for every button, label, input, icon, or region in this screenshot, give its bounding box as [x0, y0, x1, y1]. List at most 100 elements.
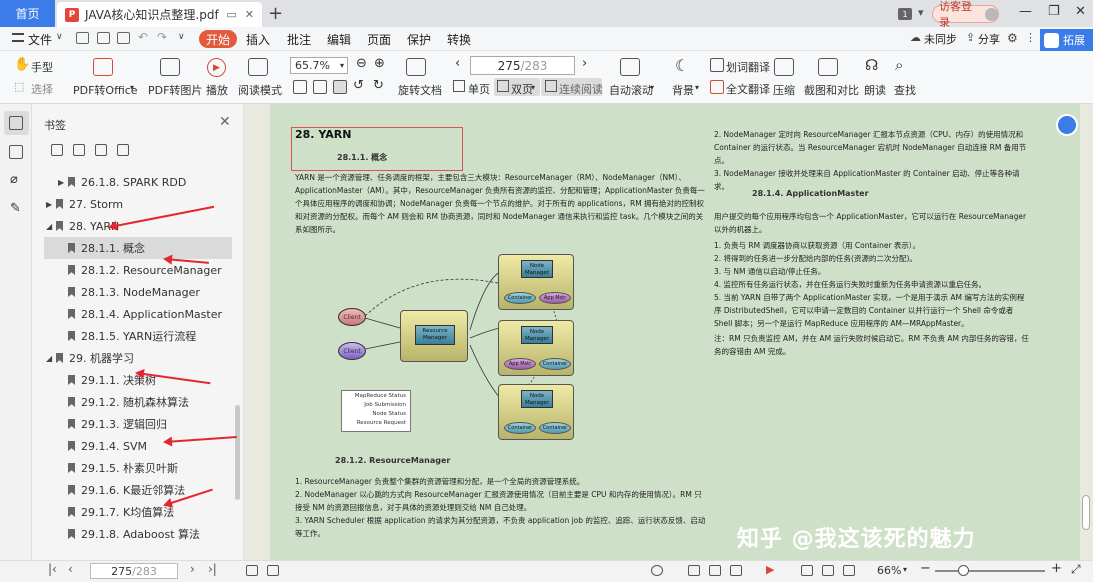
bookmark-item[interactable]: 28.1.5. YARN运行流程 [44, 325, 232, 347]
menu-tab-insert[interactable]: 插入 [246, 31, 270, 48]
read-mode-icon[interactable] [248, 58, 268, 76]
actual-size-icon[interactable] [293, 80, 307, 94]
expand-button[interactable]: 拓展 [1040, 29, 1093, 51]
bookmark-scrollbar[interactable] [235, 405, 240, 500]
first-page-icon[interactable]: |‹ [48, 562, 57, 576]
single-page-icon[interactable] [453, 80, 465, 92]
bookmark-item[interactable]: ▶ 26.1.8. SPARK RDD [44, 171, 232, 193]
find-icon[interactable]: ⌕ [895, 56, 903, 74]
menu-tab-convert[interactable]: 转换 [447, 31, 471, 48]
fit-page-view-icon[interactable] [801, 565, 813, 576]
window-layout-icon[interactable]: ▾ [918, 6, 924, 19]
single-page-view-icon[interactable] [688, 565, 700, 576]
next-page-icon[interactable]: › [190, 562, 195, 576]
sync-status[interactable]: 未同步 [924, 31, 957, 47]
more-icon[interactable]: ⋮ [1025, 31, 1036, 44]
page-number-input[interactable]: 275 /283 [470, 56, 575, 75]
delete-bookmark-icon[interactable] [117, 144, 129, 156]
word-translate-button[interactable]: 划词翻译 [726, 59, 770, 75]
menu-tab-edit[interactable]: 编辑 [327, 31, 351, 48]
zoom-slider-thumb[interactable] [958, 565, 969, 576]
floating-tool-button[interactable] [1056, 114, 1078, 136]
home-tab[interactable]: 首页 [0, 0, 55, 27]
full-translate-icon[interactable] [710, 80, 724, 94]
continuous-read-icon[interactable] [545, 80, 557, 92]
expand-arrow-icon[interactable]: ▶ [58, 178, 68, 187]
close-window-icon[interactable]: ✕ [1075, 4, 1086, 19]
pdf-to-image-button[interactable]: PDF转图片 [148, 82, 202, 98]
undo-icon[interactable]: ↶ [138, 30, 148, 44]
expand-all-icon[interactable] [51, 144, 63, 156]
tab-pin-icon[interactable]: ▭ [226, 8, 236, 21]
pdf-to-image-icon[interactable] [160, 58, 180, 76]
single-page-button[interactable]: 单页 [468, 81, 490, 97]
rotate-doc-icon[interactable] [406, 58, 426, 76]
bookmark-item[interactable]: 29.1.2. 随机森林算法 [44, 391, 232, 413]
full-translate-button[interactable]: 全文翻译 [726, 81, 770, 97]
prev-page-icon[interactable]: ‹ [455, 56, 460, 71]
chevron-down-icon[interactable]: ▾ [531, 83, 535, 92]
select-tool-label[interactable]: 选择 [31, 81, 53, 97]
close-icon[interactable]: ✕ [219, 114, 231, 130]
background-icon[interactable]: ☾ [675, 56, 689, 75]
screenshot-compare-icon[interactable] [818, 58, 838, 76]
bookmark-item[interactable]: 29.1.7. K均值算法 [44, 501, 232, 523]
pdf-to-office-button[interactable]: PDF转Office [73, 82, 138, 98]
page-settings-icon[interactable] [267, 565, 279, 576]
hamburger-icon[interactable] [12, 33, 24, 42]
chevron-down-icon[interactable]: ▾ [340, 61, 344, 70]
attachment-icon[interactable]: ⌀ [10, 172, 18, 187]
fullscreen-icon[interactable] [843, 565, 855, 576]
bookmark-item[interactable]: ◢ 28. YARN [44, 215, 232, 237]
pdf-to-office-icon[interactable] [93, 58, 113, 76]
double-page-button[interactable]: 双页 [511, 81, 533, 97]
bookmark-item[interactable]: 28.1.3. NodeManager [44, 281, 232, 303]
fit-width-icon[interactable] [333, 80, 347, 94]
zoom-in-icon[interactable]: + [1051, 561, 1062, 576]
document-tab[interactable]: P JAVA核心知识点整理.pdf ▭ ✕ [57, 2, 262, 27]
collapse-arrow-icon[interactable]: ◢ [46, 354, 56, 363]
play-button[interactable]: 播放 [206, 82, 228, 98]
bookmark-panel-icon[interactable] [9, 116, 23, 130]
bookmark-item[interactable]: ▶ 27. Storm [44, 193, 232, 215]
hand-tool-icon[interactable]: ✋ [14, 57, 30, 72]
auto-scroll-button[interactable]: 自动滚动 [609, 82, 653, 98]
share-icon[interactable]: ⇪ [966, 31, 975, 44]
read-aloud-icon[interactable]: ☊ [865, 56, 878, 74]
prev-page-icon[interactable]: ‹ [68, 562, 73, 576]
bookmark-item[interactable]: 29.1.6. K最近邻算法 [44, 479, 232, 501]
double-page-view-icon[interactable] [709, 565, 721, 576]
find-button[interactable]: 查找 [894, 82, 916, 98]
save-icon[interactable] [97, 32, 110, 44]
menu-tab-annotate[interactable]: 批注 [287, 31, 311, 48]
collapse-all-icon[interactable] [73, 144, 85, 156]
maximize-icon[interactable]: ❐ [1048, 4, 1060, 19]
chevron-down-icon[interactable]: ▾ [130, 83, 134, 92]
tab-close-icon[interactable]: ✕ [245, 8, 254, 21]
bookmark-item[interactable]: ◢ 29. 机器学习 [44, 347, 232, 369]
chevron-down-icon[interactable]: ▾ [903, 565, 907, 574]
settings-icon[interactable]: ⚙ [1007, 31, 1018, 45]
menu-tab-page[interactable]: 页面 [367, 31, 391, 48]
bookmark-item[interactable]: 29.1.3. 逻辑回归 [44, 413, 232, 435]
cloud-sync-icon[interactable]: ☁ [910, 31, 921, 44]
play-slideshow-icon[interactable]: ▶ [766, 563, 774, 576]
rotate-doc-button[interactable]: 旋转文档 [398, 82, 442, 98]
menu-file[interactable]: 文件 [28, 31, 52, 48]
continuous-read-button[interactable]: 连续阅读 [559, 81, 603, 97]
word-translate-icon[interactable] [710, 58, 724, 72]
zoom-in-icon[interactable]: ⊕ [374, 56, 385, 71]
chevron-down-icon[interactable]: ▾ [695, 83, 699, 92]
read-mode-button[interactable]: 阅读模式 [238, 82, 282, 98]
chevron-down-icon[interactable]: ▾ [650, 83, 654, 92]
fit-screen-icon[interactable]: ⤢ [1071, 562, 1081, 577]
zoom-slider-track[interactable] [935, 570, 1045, 572]
add-bookmark-icon[interactable] [95, 144, 107, 156]
rotate-left-icon[interactable]: ↺ [353, 78, 364, 93]
zoom-out-icon[interactable]: − [920, 561, 931, 576]
actual-size-view-icon[interactable] [822, 565, 834, 576]
zoom-select[interactable]: 65.7% ▾ [290, 57, 348, 74]
bookmark-item[interactable]: 29.1.5. 朴素贝叶斯 [44, 457, 232, 479]
menu-tab-start[interactable]: 开始 [199, 30, 237, 48]
guest-login-button[interactable]: 访客登录 [932, 0, 999, 29]
